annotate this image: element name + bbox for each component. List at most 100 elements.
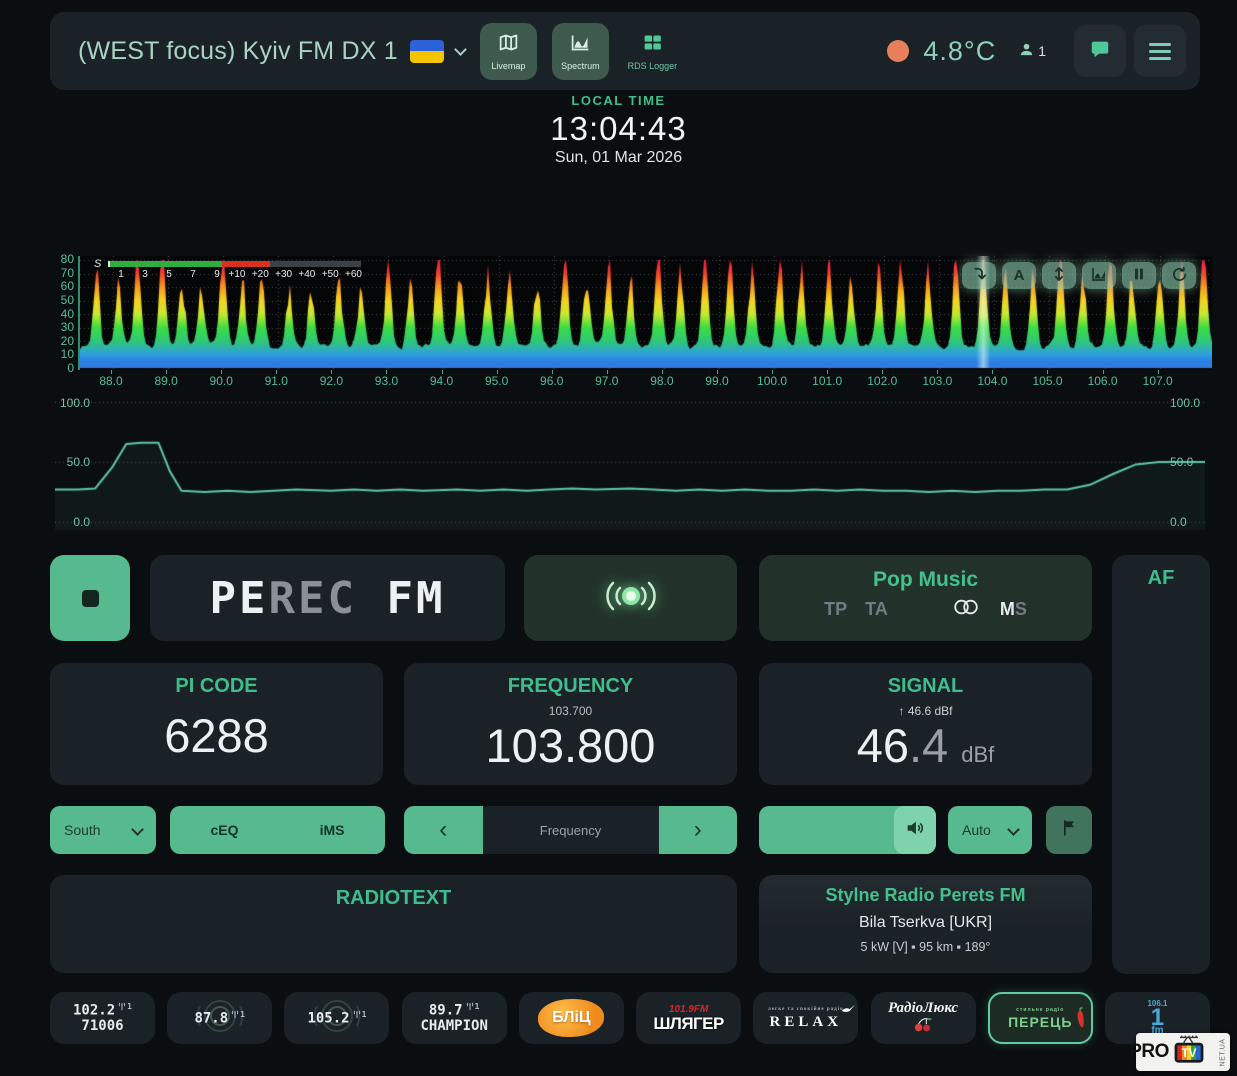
- frequency-label: FREQUENCY: [404, 675, 737, 698]
- eq-toggle[interactable]: cEQ: [211, 822, 239, 838]
- s-meter: S 13579+10+20+30+40+50+60: [94, 258, 364, 286]
- station-name: Stylne Radio Perets FM: [759, 885, 1092, 906]
- arrow-up-down-icon: [1050, 265, 1068, 286]
- pause-button[interactable]: [1122, 262, 1156, 289]
- local-time-label: LOCAL TIME: [0, 93, 1237, 108]
- station-info-panel[interactable]: Stylne Radio Perets FM Bila Tserkva [UKR…: [759, 875, 1092, 973]
- spectrum-y-tick: 30: [44, 320, 74, 334]
- spectrum-label: Spectrum: [561, 61, 600, 71]
- refresh-button[interactable]: [1162, 262, 1196, 289]
- s-meter-label: S: [94, 258, 101, 270]
- ims-toggle[interactable]: iMS: [320, 822, 345, 838]
- server-selector[interactable]: (WEST focus) Kyiv FM DX 1: [78, 37, 465, 66]
- spectrum-y-tick: 20: [44, 334, 74, 348]
- frequency-up-button[interactable]: ›: [659, 806, 738, 854]
- pty-panel: Pop Music TP TA MS: [759, 555, 1092, 641]
- pi-code-value: 6288: [50, 708, 383, 763]
- perets-logo: стильне радіоПЕРЕЦЬ: [1008, 1008, 1072, 1029]
- history-y-tick: 50.0: [1170, 455, 1208, 469]
- spectrum-x-tick: 101.0: [806, 374, 848, 388]
- listener-count: 1: [1018, 41, 1046, 61]
- vertical-zoom-button[interactable]: [1042, 262, 1076, 289]
- spectrum-y-tick: 80: [44, 252, 74, 266]
- s-meter-tick: 7: [190, 269, 196, 280]
- graph-style-button[interactable]: [1082, 262, 1116, 289]
- protv-net-text: NET.UA: [1219, 1038, 1226, 1066]
- stereo-indicator-panel[interactable]: [524, 555, 737, 641]
- preset-button-4[interactable]: 89.71CHAMPION: [402, 992, 507, 1044]
- preset-button-7[interactable]: легке та спокійне радіоRELAX: [753, 992, 858, 1044]
- speaker-icon: [904, 817, 926, 844]
- hamburger-icon: [1149, 43, 1171, 60]
- pause-icon: [1131, 266, 1147, 285]
- protv-watermark: PRO TV NET.UA: [1136, 1033, 1230, 1071]
- ukraine-flag-icon: [410, 40, 444, 63]
- preset-button-6[interactable]: 101.9FMШЛЯГЕР: [636, 992, 741, 1044]
- spectrum-x-tick: 98.0: [641, 374, 683, 388]
- preset-button-2[interactable]: 87.81: [167, 992, 272, 1044]
- relax-logo: легке та спокійне радіоRELAX: [768, 1007, 844, 1030]
- s-meter-tick: 9: [214, 269, 220, 280]
- preset-button-5[interactable]: БЛіЦ: [519, 992, 624, 1044]
- history-y-tick: 100.0: [52, 396, 90, 410]
- volume-slider[interactable]: [759, 806, 936, 854]
- local-time-block: LOCAL TIME 13:04:43 Sun, 01 Mar 2026: [0, 93, 1237, 167]
- history-y-tick: 100.0: [1170, 396, 1208, 410]
- spectrum-x-tick: 96.0: [531, 374, 573, 388]
- radiotext-label: RADIOTEXT: [50, 887, 737, 910]
- preset-frequency: 105.21: [307, 1010, 366, 1027]
- arrow-curve-down-icon: [970, 265, 988, 286]
- frequency-stepper: ‹ ›: [404, 806, 737, 854]
- preset-frequency: 87.81: [194, 1010, 245, 1027]
- history-y-tick: 0.0: [52, 515, 90, 529]
- antenna-icon: [117, 1002, 127, 1011]
- spectrum-x-tick: 89.0: [145, 374, 187, 388]
- spectrum-button[interactable]: Spectrum: [552, 23, 609, 80]
- radiotext-panel: RADIOTEXT: [50, 875, 737, 973]
- play-stop-button[interactable]: [50, 555, 130, 641]
- preset-row: 102.2171006 87.81 105.21 89.71CHAMPIONБЛіЦ1…: [50, 992, 1210, 1044]
- livemap-button[interactable]: Livemap: [480, 23, 537, 80]
- preset-pi: 71006: [81, 1018, 123, 1034]
- antenna-select[interactable]: South: [50, 806, 156, 854]
- eq-ims-group: cEQ iMS: [170, 806, 385, 854]
- menu-button[interactable]: [1134, 25, 1186, 77]
- frequency-input[interactable]: [483, 806, 659, 854]
- spectrum-x-tick: 105.0: [1026, 374, 1068, 388]
- spectrum-x-tick: 94.0: [421, 374, 463, 388]
- flag-icon: [1059, 818, 1079, 843]
- signal-history-graph: [55, 395, 1205, 530]
- svg-text:TV: TV: [1181, 1047, 1196, 1060]
- person-icon: [1018, 41, 1035, 61]
- rds-logger-button[interactable]: RDS Logger: [624, 23, 681, 80]
- flag-button[interactable]: [1046, 806, 1092, 854]
- chat-button[interactable]: [1074, 25, 1126, 77]
- frequency-down-button[interactable]: ‹: [404, 806, 483, 854]
- previous-frequency: 103.700: [404, 704, 737, 718]
- preset-button-3[interactable]: 105.21: [284, 992, 389, 1044]
- s-meter-tick: +30: [275, 269, 292, 280]
- frequency-panel: FREQUENCY 103.700 103.800: [404, 663, 737, 785]
- antenna-icon: [465, 1002, 475, 1011]
- chart-icon: [1090, 265, 1108, 286]
- chevron-down-icon: [131, 823, 144, 836]
- volume-knob[interactable]: [894, 806, 936, 854]
- shift-down-button[interactable]: [962, 262, 996, 289]
- spectrum-x-tick: 106.0: [1082, 374, 1124, 388]
- station-details: 5 kW [V] ▪ 95 km ▪ 189°: [759, 940, 1092, 954]
- preset-button-1[interactable]: 102.2171006: [50, 992, 155, 1044]
- pi-code-label: PI CODE: [50, 675, 383, 698]
- bandwidth-select[interactable]: Auto: [948, 806, 1032, 854]
- preset-button-8[interactable]: РадіоЛюкс: [871, 992, 976, 1044]
- ta-flag: TA: [865, 599, 888, 620]
- spectrum-x-tick: 99.0: [696, 374, 738, 388]
- preset-frequency: 89.71: [429, 1002, 480, 1019]
- s-meter-tick: +10: [229, 269, 246, 280]
- spectrum-x-tick: 97.0: [586, 374, 628, 388]
- autoscale-button[interactable]: A: [1002, 262, 1036, 289]
- spectrum-y-tick: 70: [44, 266, 74, 280]
- spectrum-x-tick: 104.0: [971, 374, 1013, 388]
- spectrum-x-tick: 100.0: [751, 374, 793, 388]
- preset-button-9[interactable]: стильне радіоПЕРЕЦЬ: [988, 992, 1093, 1044]
- map-icon: [498, 32, 519, 58]
